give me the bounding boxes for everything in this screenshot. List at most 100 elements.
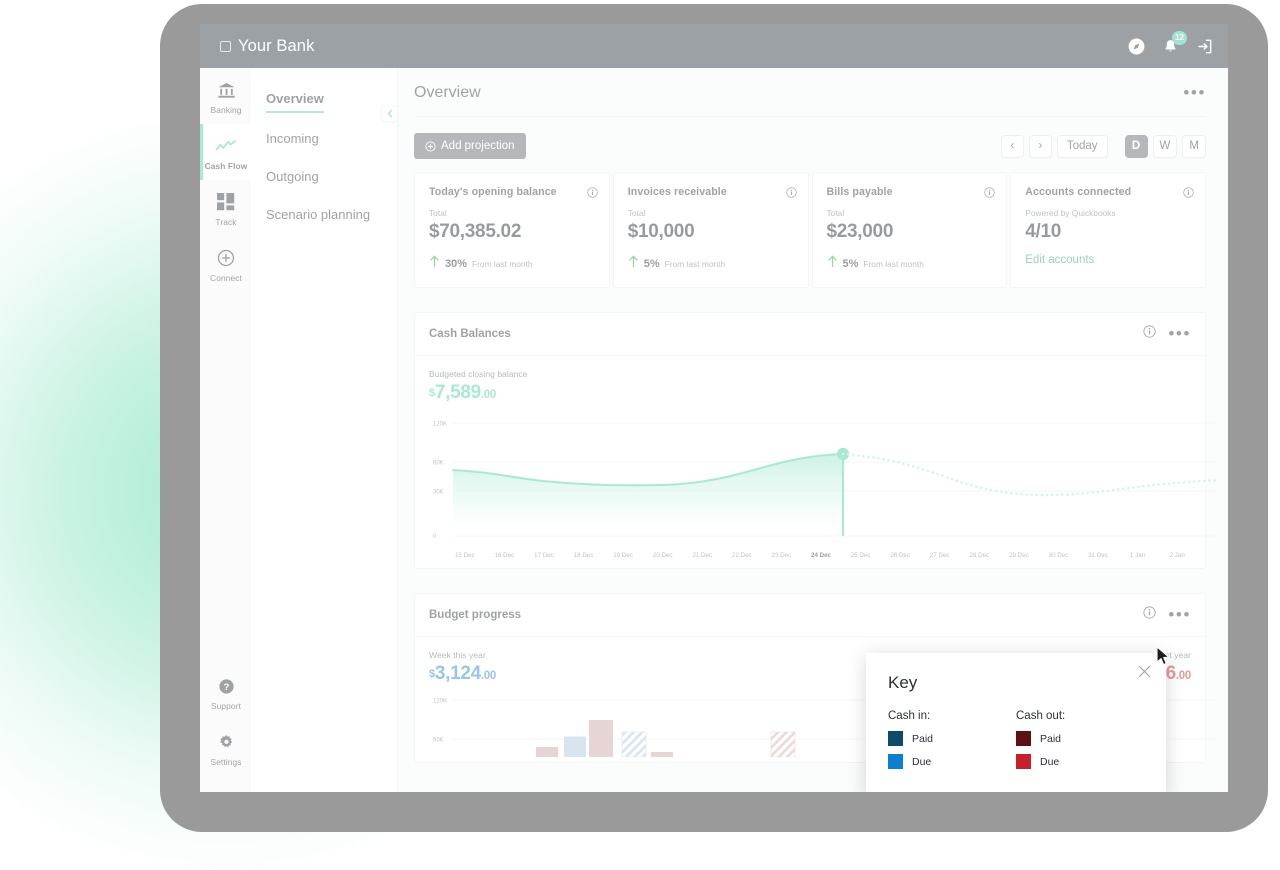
- kpi-value: $10,000: [627, 221, 695, 242]
- info-icon[interactable]: [785, 185, 797, 203]
- legend-label: Due: [1040, 755, 1060, 768]
- budget-progress-left-metric: Week this year $3,124.00: [429, 650, 496, 685]
- kpi-title: Invoices receivable: [627, 186, 727, 198]
- primary-nav-rail: Banking Cash Flow Track Connect ? Suppor…: [200, 68, 250, 792]
- next-period-button[interactable]: ›: [1028, 134, 1052, 158]
- question-circle-icon: ?: [203, 676, 250, 696]
- info-icon[interactable]: [1143, 606, 1156, 624]
- brand-logo[interactable]: Your Bank: [220, 37, 314, 56]
- chevron-left-icon: [387, 109, 392, 118]
- rail-item-banking[interactable]: Banking: [200, 68, 250, 124]
- brand-mark-icon: [220, 40, 231, 52]
- budget-left-amount: $3,124.00: [429, 663, 496, 685]
- svg-text:0: 0: [433, 534, 437, 540]
- gear-icon: [203, 732, 250, 752]
- toolbar-right-group: ‹ › Today D W M: [1000, 134, 1206, 158]
- x-tick: 15 Dec: [454, 552, 475, 559]
- page-header: Overview •••: [398, 68, 1228, 117]
- legend-label: Due: [912, 755, 932, 768]
- mouse-cursor: [1156, 646, 1172, 672]
- page-title: Overview: [414, 84, 481, 101]
- legend-item: Due: [888, 754, 1016, 769]
- close-icon[interactable]: [1138, 665, 1151, 683]
- budget-progress-header: Budget progress •••: [415, 594, 1205, 637]
- x-tick: 28 Dec: [969, 552, 990, 559]
- cash-balances-title: Cash Balances: [429, 328, 511, 340]
- kpi-footer: 30% From last month: [429, 255, 595, 273]
- subnav-item-incoming[interactable]: Incoming: [266, 131, 319, 151]
- logout-icon[interactable]: [1195, 37, 1214, 56]
- x-tick: 31 Dec: [1088, 552, 1108, 559]
- x-tick: 26 Dec: [890, 552, 910, 559]
- cash-balances-more-button[interactable]: •••: [1168, 325, 1191, 342]
- rail-label-track: Track: [215, 217, 237, 227]
- x-tick: 18 Dec: [573, 552, 594, 559]
- page-more-button[interactable]: •••: [1183, 84, 1206, 101]
- info-icon[interactable]: [1143, 325, 1156, 343]
- x-tick: 23 Dec: [771, 552, 792, 559]
- help-compass-icon[interactable]: [1127, 37, 1146, 56]
- grid-blocks-icon: [203, 192, 250, 212]
- svg-text:30K: 30K: [433, 490, 444, 496]
- budget-progress-more-button[interactable]: •••: [1168, 606, 1191, 623]
- key-column-title: Cash out:: [1016, 710, 1066, 722]
- kpi-footer: 5% From last month: [827, 255, 993, 273]
- brand-name: Your Bank: [238, 36, 315, 55]
- info-icon[interactable]: [587, 185, 598, 203]
- kpi-card-accounts-connected: Accounts connected Powered by Quickbooks…: [1010, 172, 1206, 288]
- range-week-button[interactable]: W: [1152, 134, 1178, 158]
- today-button[interactable]: Today: [1056, 134, 1108, 158]
- x-tick: 19 Dec: [613, 552, 633, 559]
- subnav-item-overview[interactable]: Overview: [266, 91, 324, 113]
- svg-text:?: ?: [223, 682, 229, 692]
- kpi-title: Today's opening balance: [429, 186, 557, 198]
- budget-left-label: Week this year: [429, 650, 486, 660]
- rail-label-banking: Banking: [210, 105, 242, 115]
- key-popup-columns: Cash in: Paid Due Cash out: Paid Due: [888, 710, 1144, 777]
- kpi-percent: 5%: [643, 258, 660, 270]
- subnav-item-scenario-planning[interactable]: Scenario planning: [266, 207, 370, 227]
- legend-item: Paid: [1016, 731, 1144, 746]
- x-tick: 17 Dec: [534, 552, 554, 559]
- rail-item-settings[interactable]: Settings: [200, 720, 250, 776]
- key-popup-title: Key: [888, 673, 918, 692]
- kpi-subtitle: Powered by Quickbooks: [1025, 208, 1116, 218]
- legend-item: Due: [1016, 754, 1144, 769]
- prev-period-button[interactable]: ‹: [1000, 134, 1024, 158]
- legend-item: Paid: [888, 731, 1016, 746]
- app-topbar: Your Bank 12: [200, 24, 1228, 68]
- x-tick: 27 Dec: [929, 552, 950, 559]
- add-projection-button[interactable]: Add projection: [414, 133, 526, 159]
- rail-item-track[interactable]: Track: [200, 180, 250, 236]
- rail-item-support[interactable]: ? Support: [200, 664, 250, 720]
- collapse-sidebar-button[interactable]: [381, 105, 398, 122]
- legend-label: Paid: [912, 732, 934, 745]
- rail-item-connect[interactable]: Connect: [200, 236, 250, 292]
- kpi-card-invoices-receivable: Invoices receivable Total $10,000 5% Fro…: [612, 172, 809, 288]
- notifications-bell-icon[interactable]: 12: [1161, 30, 1187, 56]
- kpi-title: Bills payable: [826, 186, 893, 198]
- key-column-title: Cash in:: [888, 710, 931, 722]
- range-day-button[interactable]: D: [1124, 134, 1148, 158]
- key-popup: Key Cash in: Paid Due Cash out: Paid Due: [866, 653, 1166, 792]
- secondary-nav: Overview Incoming Outgoing Scenario plan…: [250, 68, 398, 792]
- subnav-item-outgoing[interactable]: Outgoing: [266, 169, 319, 189]
- cash-balances-area-chart: 120K 60K 30K 0: [433, 422, 1220, 540]
- rail-bottom-group: ? Support Settings: [200, 664, 250, 792]
- amount-integer: 3,124: [434, 663, 481, 684]
- rail-label-support: Support: [210, 701, 242, 711]
- app-screen: Your Bank 12 Banking Cash Flow Track Con…: [200, 24, 1228, 792]
- rail-item-cash-flow[interactable]: Cash Flow: [200, 124, 250, 180]
- info-icon[interactable]: [1183, 185, 1194, 203]
- edit-accounts-link[interactable]: Edit accounts: [1025, 254, 1191, 266]
- x-tick: 30 Dec: [1048, 552, 1069, 559]
- cash-balances-body: Budgeted closing balance $7,589.00: [415, 356, 1205, 410]
- kpi-card-bills-payable: Bills payable Total $23,000 5% From last…: [811, 172, 1008, 288]
- kpi-value: $70,385.02: [429, 221, 522, 242]
- info-icon[interactable]: [984, 185, 995, 203]
- cash-balances-header: Cash Balances •••: [415, 313, 1205, 356]
- x-tick: 2 Jan: [1169, 552, 1185, 559]
- kpi-note: From last month: [863, 259, 924, 269]
- range-month-button[interactable]: M: [1182, 134, 1206, 158]
- legend-swatch-cash-in-paid: [888, 731, 903, 746]
